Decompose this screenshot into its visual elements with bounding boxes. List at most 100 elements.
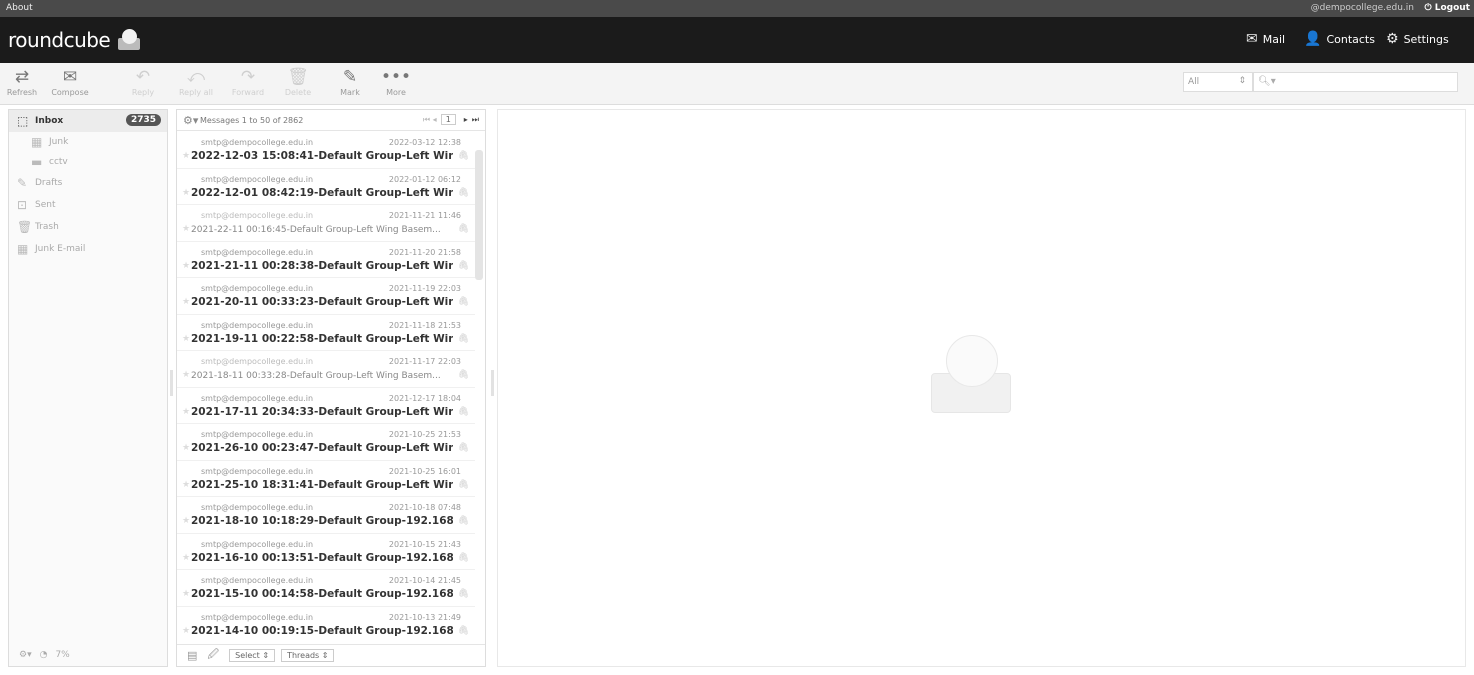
message-subject: 2021-19-11 00:22:58-Default Group-Left W… (191, 332, 453, 345)
flag-star-icon[interactable]: ★ (182, 334, 190, 344)
message-date: 2021-11-21 11:46 (388, 211, 461, 220)
folder-label: Sent (35, 200, 56, 210)
attachment-icon: 🖇 (457, 297, 469, 307)
layout-icon[interactable]: ▤ (187, 649, 197, 662)
message-subject: 2021-18-11 00:33:28-Default Group-Left W… (191, 371, 441, 381)
folder-label: Inbox (35, 116, 64, 126)
list-splitter[interactable] (491, 370, 494, 396)
message-subject: 2021-17-11 20:34:33-Default Group-Left W… (191, 405, 453, 418)
flag-star-icon[interactable]: ★ (182, 188, 190, 198)
delete-button[interactable]: 🗑 Delete (278, 66, 318, 97)
mark-label: Mark (340, 88, 360, 97)
flag-star-icon[interactable]: ★ (182, 443, 190, 453)
logout-button[interactable]: ⏻ Logout (1424, 3, 1470, 13)
flag-star-icon[interactable]: ★ (182, 261, 190, 271)
attachment-icon: 🖇 (457, 187, 469, 198)
message-row[interactable]: smtp@dempocollege.edu.in 2022-03-12 12:38… (177, 132, 475, 169)
message-row[interactable]: smtp@dempocollege.edu.in 2022-01-12 06:12… (177, 169, 475, 205)
folder-junk[interactable]: ▦ Junk (9, 132, 167, 152)
about-link[interactable]: About (6, 3, 33, 13)
folder-options-gear-icon[interactable]: ⚙▾ (19, 650, 32, 660)
message-row[interactable]: smtp@dempocollege.edu.in 2021-11-19 22:03… (177, 278, 475, 315)
folder-splitter[interactable] (170, 370, 173, 396)
select-menu[interactable]: Select ⇕ (229, 649, 276, 662)
message-date: 2021-12-17 18:04 (388, 393, 461, 403)
compose-button[interactable]: ✉ Compose (50, 66, 90, 97)
nav-mail-label: Mail (1262, 32, 1286, 46)
pager: ⏮ ◂ 1 ▸ ⏭ (423, 114, 479, 125)
message-row[interactable]: smtp@dempocollege.edu.in 2021-12-17 18:04… (177, 388, 475, 424)
forward-label: Forward (231, 88, 265, 97)
forward-button[interactable]: ↷ Forward (228, 66, 268, 97)
message-row[interactable]: smtp@dempocollege.edu.in 2021-11-20 21:58… (177, 242, 475, 278)
reply-all-label: Reply all (178, 88, 214, 97)
list-options-gear-icon[interactable]: ⚙▾ (183, 114, 198, 127)
last-page-icon[interactable]: ⏭ (472, 115, 479, 125)
message-row[interactable]: smtp@dempocollege.edu.in 2021-10-13 21:49… (177, 607, 475, 643)
flag-star-icon[interactable]: ★ (182, 626, 190, 636)
search-box[interactable]: 🔍︎▾ (1253, 72, 1458, 92)
flag-star-icon[interactable]: ★ (182, 224, 190, 234)
folder-cctv[interactable]: ▬ cctv (9, 152, 167, 172)
folder-sent[interactable]: ⊡ Sent (9, 194, 167, 216)
page-number-input[interactable]: 1 (440, 114, 456, 125)
more-button[interactable]: ••• More (376, 66, 416, 97)
message-subject: 2021-20-11 00:33:23-Default Group-Left W… (191, 296, 453, 308)
sent-icon: ⊡ (17, 198, 28, 212)
message-row[interactable]: smtp@dempocollege.edu.in 2021-11-18 21:53… (177, 315, 475, 351)
folder-label: Junk (49, 137, 69, 147)
filter-value: All (1188, 77, 1200, 87)
message-list-pane: ⚙▾ Messages 1 to 50 of 2862 ⏮ ◂ 1 ▸ ⏭ sm… (176, 109, 486, 667)
scroll-thumb[interactable] (475, 150, 483, 280)
first-page-icon[interactable]: ⏮ (423, 115, 430, 125)
flag-star-icon[interactable]: ★ (182, 407, 190, 417)
refresh-icon: ⇄ (14, 67, 30, 87)
folder-drafts[interactable]: ✎ Drafts (9, 172, 167, 194)
flag-star-icon[interactable]: ★ (182, 151, 190, 161)
message-from: smtp@dempocollege.edu.in (201, 612, 314, 622)
message-row[interactable]: smtp@dempocollege.edu.in 2021-10-14 21:45… (177, 570, 475, 607)
mail-icon: ✉ (1246, 31, 1258, 47)
mark-button[interactable]: ✎ Mark (330, 66, 370, 97)
message-row[interactable]: smtp@dempocollege.edu.in 2021-10-15 21:43… (177, 534, 475, 570)
nav-settings[interactable]: ⚙ Settings (1386, 31, 1449, 47)
reply-button[interactable]: ↶ Reply (123, 66, 163, 97)
message-subject: 2021-14-10 00:19:15-Default Group-192.16… (191, 624, 453, 637)
top-bar: About @dempocollege.edu.in ⏻ Logout (0, 0, 1474, 17)
junk-mail-icon: ▦ (17, 242, 29, 256)
filter-select[interactable]: All ⇕ (1183, 72, 1253, 92)
message-row[interactable]: smtp@dempocollege.edu.in 2021-11-21 11:46… (177, 205, 475, 242)
message-row[interactable]: smtp@dempocollege.edu.in 2021-10-25 21:53… (177, 424, 475, 461)
message-row[interactable]: smtp@dempocollege.edu.in 2021-10-18 07:48… (177, 497, 475, 534)
contacts-icon: 👤 (1304, 31, 1322, 47)
nav-mail[interactable]: ✉ Mail (1246, 31, 1285, 47)
threads-menu[interactable]: Threads ⇕ (281, 649, 335, 662)
message-from: smtp@dempocollege.edu.in (201, 539, 314, 549)
message-row[interactable]: smtp@dempocollege.edu.in 2021-11-17 22:03… (177, 351, 475, 388)
next-page-icon[interactable]: ▸ (464, 115, 468, 124)
reply-all-button[interactable]: ⤺ Reply all (176, 66, 216, 97)
logout-label: Logout (1434, 3, 1470, 13)
flag-star-icon[interactable]: ★ (182, 516, 190, 526)
folder-inbox[interactable]: ⬚ Inbox 2735 (9, 110, 167, 132)
flag-star-icon[interactable]: ★ (182, 370, 190, 380)
flag-star-icon[interactable]: ★ (182, 480, 190, 490)
folder-junk-email[interactable]: ▦ Junk E-mail (9, 238, 167, 260)
message-date: 2021-10-18 07:48 (388, 503, 461, 512)
list-scrollbar[interactable] (475, 144, 483, 604)
attachment-toggle-icon[interactable]: 🖉 (207, 646, 219, 665)
mark-icon: ✎ (342, 67, 358, 87)
message-list-header: ⚙▾ Messages 1 to 50 of 2862 ⏮ ◂ 1 ▸ ⏭ (177, 110, 485, 131)
flag-star-icon[interactable]: ★ (182, 553, 190, 563)
flag-star-icon[interactable]: ★ (182, 297, 190, 307)
message-row[interactable]: smtp@dempocollege.edu.in 2021-10-25 16:01… (177, 461, 475, 497)
flag-star-icon[interactable]: ★ (182, 589, 190, 599)
message-date: 2021-11-18 21:53 (388, 320, 461, 330)
search-input[interactable] (1281, 76, 1452, 87)
folder-label: cctv (49, 157, 68, 167)
logo[interactable]: roundcube (8, 25, 142, 55)
folder-trash[interactable]: 🗑 Trash (9, 216, 167, 238)
refresh-button[interactable]: ⇄ Refresh (2, 66, 42, 97)
prev-page-icon[interactable]: ◂ (433, 115, 437, 124)
nav-contacts[interactable]: 👤 Contacts (1304, 31, 1375, 47)
